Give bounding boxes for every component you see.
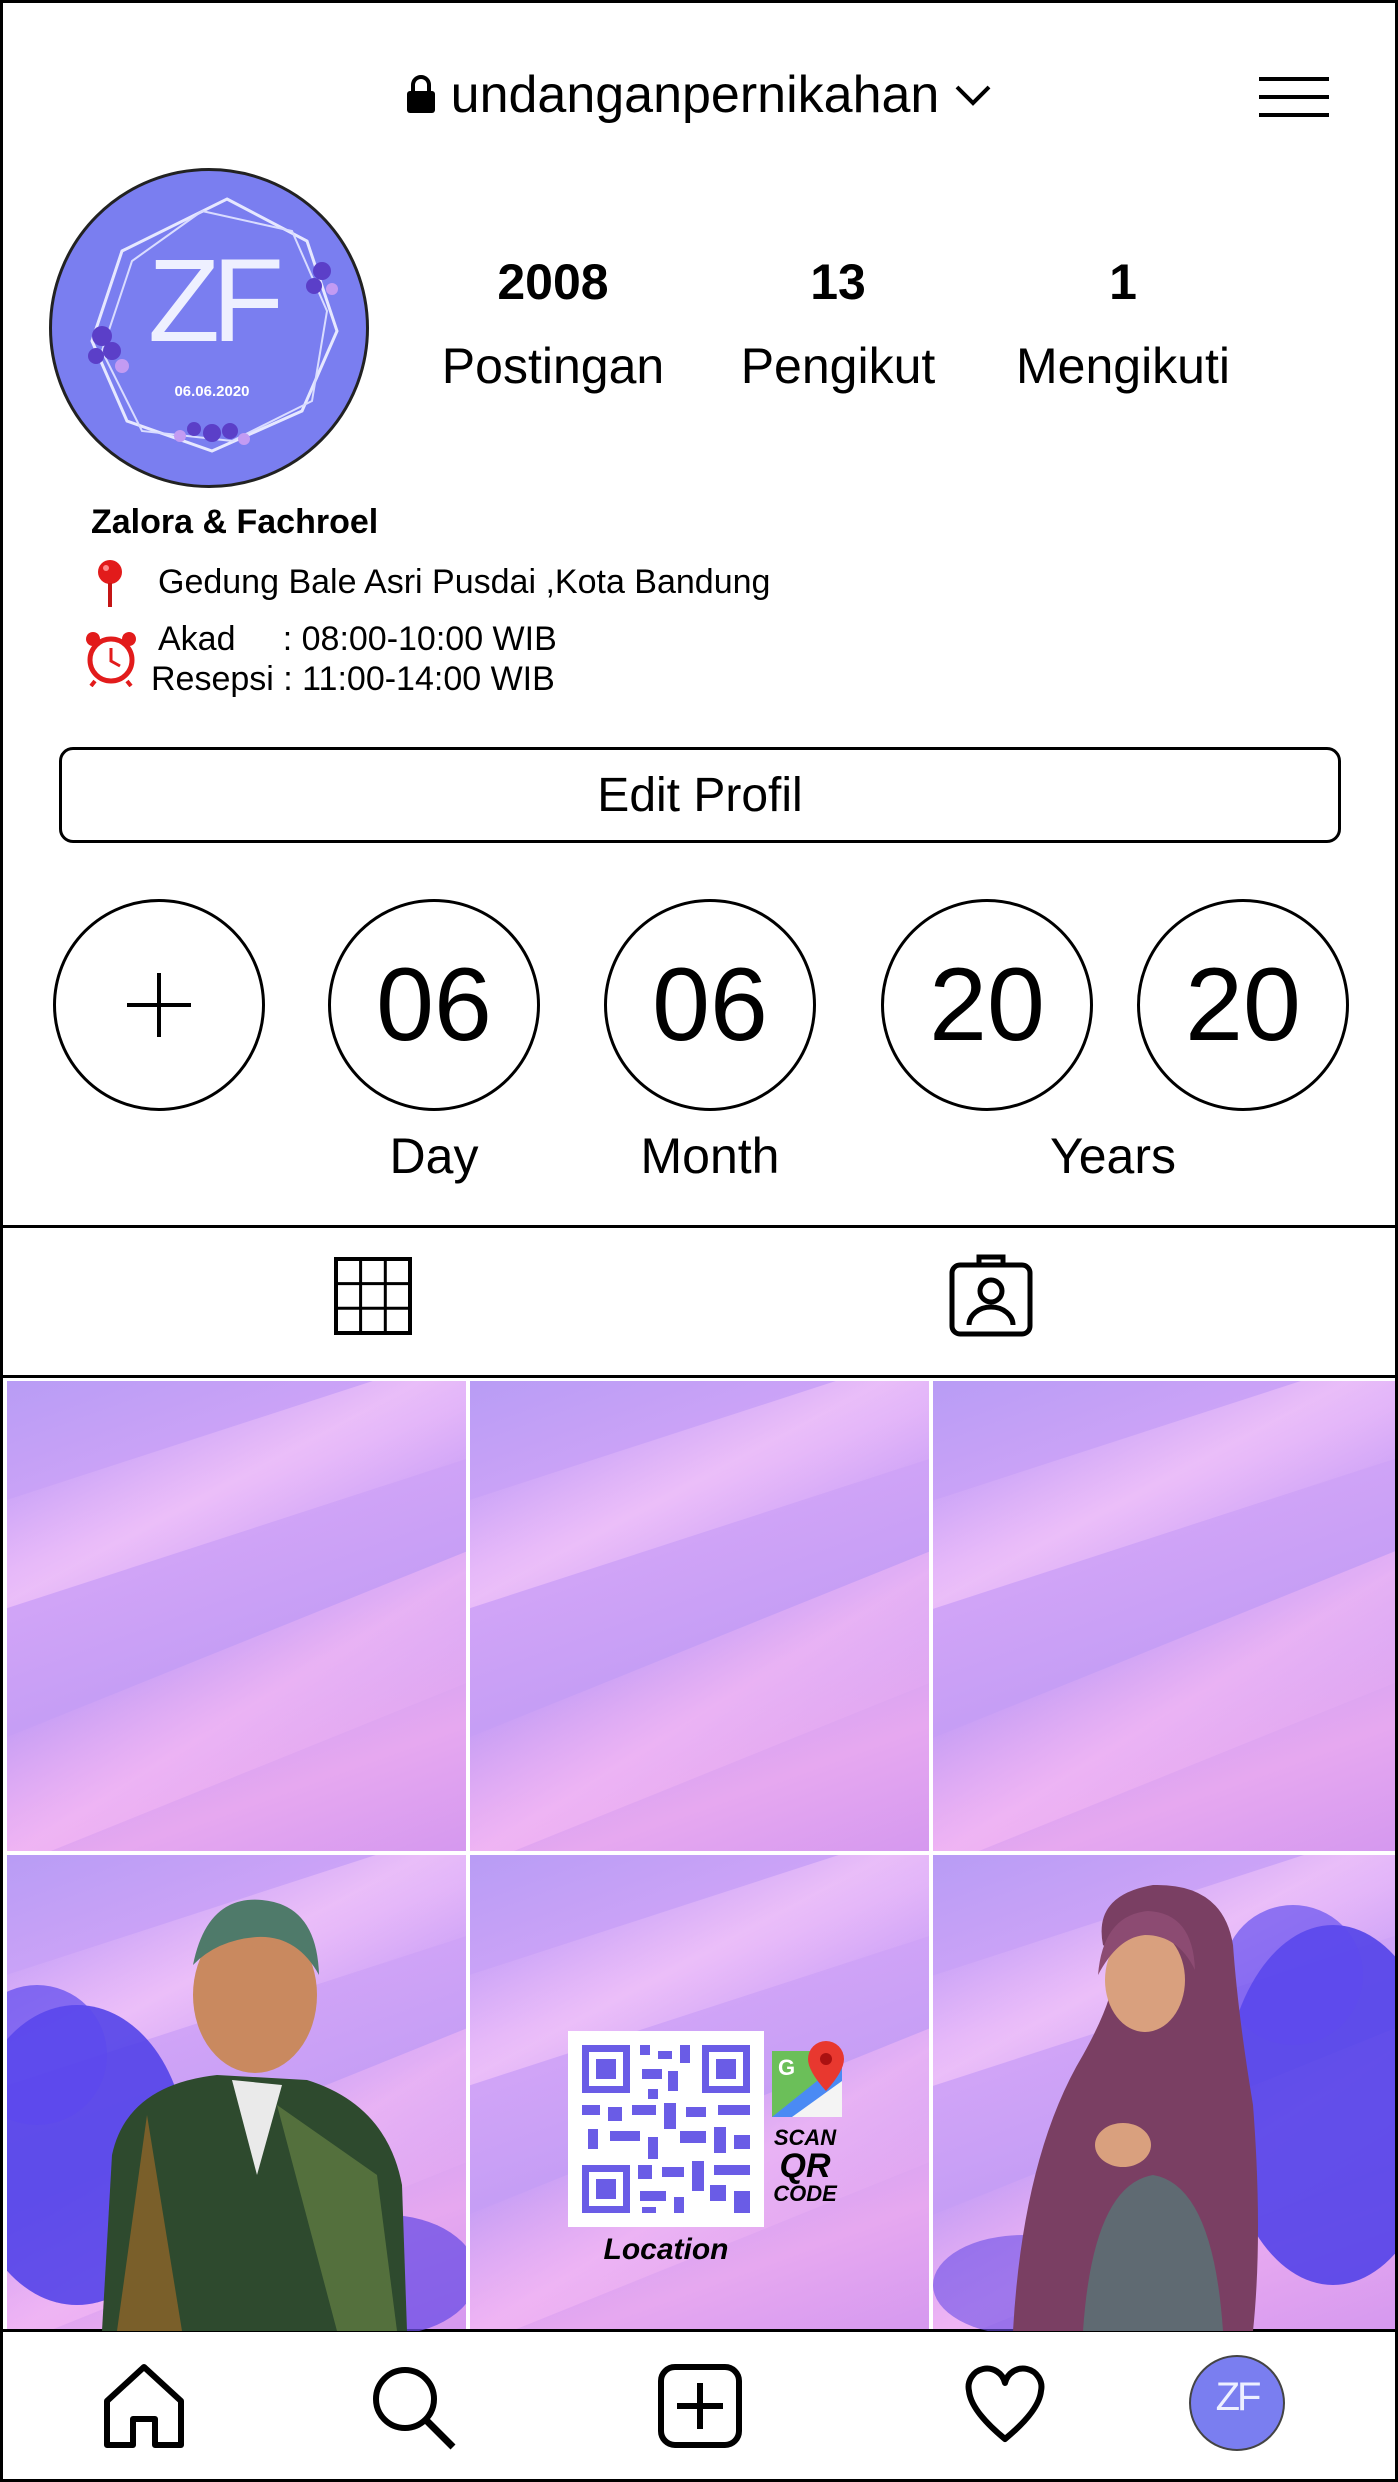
profile-screen: undanganpernikahan ZF 06.06.2020 2008 Po… (0, 0, 1398, 2482)
grid-icon[interactable] (334, 1257, 412, 1335)
edit-profile-button[interactable]: Edit Profil (59, 747, 1341, 843)
tagged-person-icon[interactable] (949, 1253, 1033, 1337)
month-value: 06 (652, 946, 768, 1063)
nav-avatar-monogram: ZF (1215, 2375, 1262, 2419)
avatar-date: 06.06.2020 (174, 383, 250, 400)
followers-label: Pengikut (740, 338, 936, 394)
divider (3, 1225, 1395, 1228)
year-value-2: 20 (1185, 946, 1301, 1063)
add-highlight-button[interactable] (53, 899, 265, 1111)
bottom-nav: ZF (3, 2333, 1395, 2479)
plus-icon (127, 973, 191, 1037)
profile-avatar-icon[interactable]: ZF (1189, 2355, 1285, 2451)
posts-label: Postingan (441, 338, 665, 394)
groom-photo (7, 1899, 466, 2331)
scan-label-3: CODE (773, 2181, 837, 2206)
following-count: 1 (1109, 254, 1137, 310)
highlight-day[interactable]: 06 (328, 899, 540, 1111)
username: undanganpernikahan (450, 66, 940, 124)
post-tile[interactable] (470, 1381, 929, 1851)
day-value: 06 (376, 946, 492, 1063)
scan-label-1: SCAN (773, 2125, 837, 2150)
profile-avatar[interactable]: ZF 06.06.2020 (49, 168, 369, 488)
heart-icon[interactable] (963, 2365, 1047, 2445)
qr-code (568, 2031, 764, 2227)
post-tile-location[interactable]: Location G SCAN QR CODE (470, 1855, 929, 2331)
year-value-1: 20 (929, 946, 1045, 1063)
scan-label-2: QR (779, 2147, 831, 2185)
divider (3, 1375, 1395, 1378)
bride-photo (933, 1884, 1395, 2331)
following-label: Mengikuti (1016, 338, 1230, 394)
username-switcher[interactable]: undanganpernikahan (3, 65, 1395, 125)
maps-letter: G (778, 2055, 795, 2080)
day-label: Day (389, 1128, 479, 1184)
profile-name: Zalora & Fachroel (91, 503, 379, 541)
highlight-year-2[interactable]: 20 (1137, 899, 1349, 1111)
alarm-clock-icon (86, 632, 136, 687)
home-icon[interactable] (99, 2361, 189, 2451)
stat-following[interactable]: 1 Mengikuti (1003, 253, 1243, 395)
chevron-down-icon (955, 85, 991, 106)
avatar-monogram: ZF (147, 235, 284, 367)
post-tile-bride[interactable] (933, 1855, 1395, 2331)
post-tile-groom[interactable] (7, 1855, 466, 2331)
stat-posts[interactable]: 2008 Postingan (433, 253, 673, 395)
location-text: Gedung Bale Asri Pusdai ,Kota Bandung (158, 563, 771, 601)
highlight-month[interactable]: 06 (604, 899, 816, 1111)
scan-qr-label: SCAN QR CODE (770, 2127, 840, 2205)
pin-icon (98, 560, 122, 607)
followers-count: 13 (810, 254, 866, 310)
google-maps-icon: G (772, 2041, 844, 2117)
post-tile[interactable] (7, 1381, 466, 1851)
years-label: Years (1049, 1128, 1177, 1184)
akad-time: Akad : 08:00-10:00 WIB (158, 620, 557, 658)
post-tile[interactable] (933, 1381, 1395, 1851)
lock-icon (406, 75, 435, 113)
posts-count: 2008 (497, 254, 609, 310)
resepsi-time: Resepsi : 11:00-14:00 WIB (151, 660, 555, 698)
month-label: Month (640, 1128, 780, 1184)
highlight-year-1[interactable]: 20 (881, 899, 1093, 1111)
stat-followers[interactable]: 13 Pengikut (723, 253, 953, 395)
qr-caption: Location (603, 2233, 729, 2266)
add-post-icon[interactable] (657, 2363, 743, 2449)
hamburger-menu-icon[interactable] (1259, 75, 1329, 119)
search-icon[interactable] (369, 2363, 457, 2451)
